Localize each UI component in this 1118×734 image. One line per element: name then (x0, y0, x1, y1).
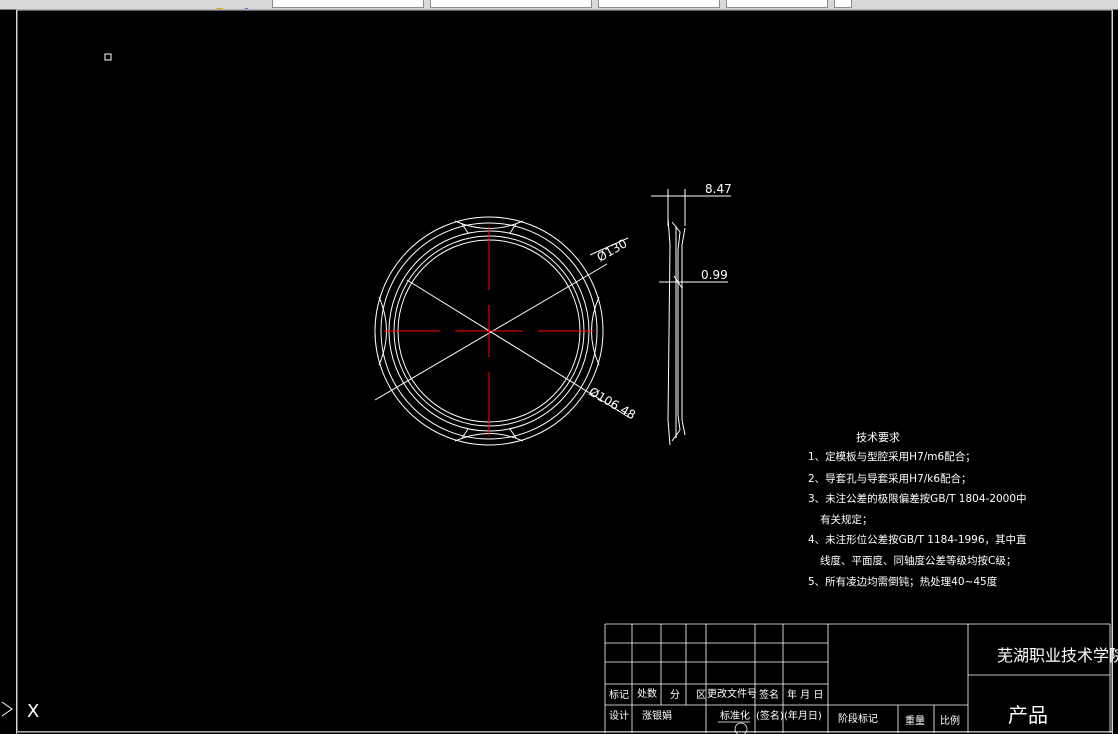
tb-label-change-doc: 更改文件号 (707, 687, 757, 700)
dim-thickness: 8.47 (705, 182, 732, 196)
dim-outer-diameter: Ø130 (595, 236, 630, 264)
tb-label-count: 处数 (637, 687, 657, 700)
tb-stage-mark: 阶段标记 (838, 712, 878, 725)
drawing-canvas[interactable]: Ø130 Ø106.48 8.47 0.99 技术要求 1、定模板与型腔采用H7… (0, 0, 1118, 734)
ucs-axis-icon (1, 701, 13, 717)
tech-item-3b: 有关规定； (820, 513, 873, 526)
pickbox-cursor (104, 53, 112, 61)
tb-label-ymd: (年月日) (784, 709, 822, 722)
tb-designer-name: 涨银娟 (642, 709, 672, 722)
tech-item-4: 4、未注形位公差按GB/T 1184-1996，其中直 (808, 533, 1027, 546)
tb-scale: 比例 (940, 714, 960, 727)
tb-weight: 重量 (905, 714, 925, 727)
school-name: 芜湖职业技术学院 (997, 646, 1118, 665)
tech-title: 技术要求 (856, 431, 900, 444)
tb-label-standard: 标准化 (720, 709, 750, 722)
tech-item-4b: 线度、平面度、同轴度公差等级均按C级； (820, 554, 1016, 567)
tb-label-design: 设计 (609, 709, 629, 722)
product-name: 产品 (1008, 703, 1048, 727)
tb-label-qu: 区 (696, 689, 706, 701)
tb-label-signature: (签名) (756, 709, 784, 722)
tb-label-fen: 分 (670, 689, 680, 701)
ring-side-view (651, 189, 731, 446)
dim-inner-diameter: Ø106.48 (587, 384, 639, 422)
tech-item-5: 5、所有凌边均需倒钝；热处理40~45度 (808, 575, 998, 588)
dim-wall: 0.99 (701, 268, 728, 282)
tech-item-2: 2、导套孔与导套采用H7/k6配合； (808, 472, 972, 485)
tech-item-3: 3、未注公差的极限偏差按GB/T 1804-2000中 (808, 492, 1027, 505)
tb-label-mark: 标记 (609, 689, 629, 701)
tech-requirements: 技术要求 1、定模板与型腔采用H7/m6配合； 2、导套孔与导套采用H7/k6配… (808, 431, 1027, 588)
tech-item-1: 1、定模板与型腔采用H7/m6配合； (808, 450, 976, 463)
center-lines (384, 227, 594, 436)
tb-label-sign: 签名 (759, 688, 779, 701)
tb-label-date: 年 月 日 (787, 688, 823, 701)
ucs-x-label: X (27, 701, 39, 722)
